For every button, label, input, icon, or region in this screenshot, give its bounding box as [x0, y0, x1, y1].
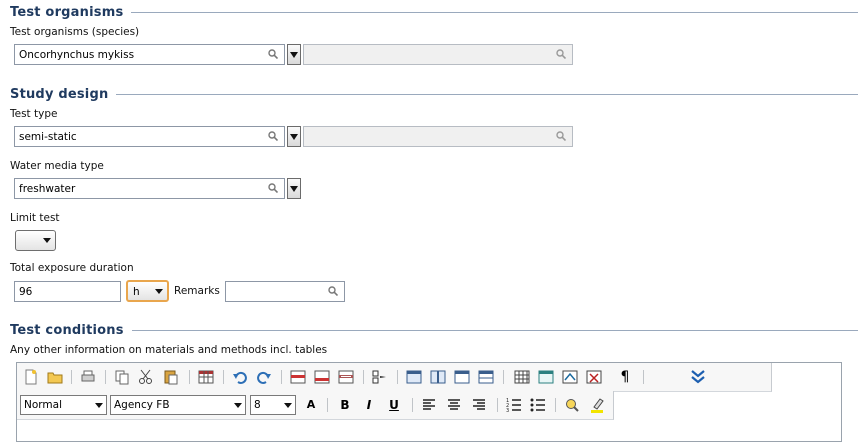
- print-icon[interactable]: [79, 368, 97, 386]
- test-type-secondary-field: [303, 126, 573, 147]
- organism-dropdown-button[interactable]: [287, 44, 301, 65]
- chevron-down-icon: [234, 403, 242, 408]
- table-style-3-icon[interactable]: [453, 368, 471, 386]
- bullet-list-icon[interactable]: [529, 396, 547, 414]
- cut-icon[interactable]: [137, 368, 155, 386]
- section-divider: [131, 330, 858, 331]
- editor-toolbar-main: ¶: [17, 363, 772, 392]
- chevron-down-icon: [284, 403, 292, 408]
- editor-label: Any other information on materials and m…: [10, 344, 328, 356]
- delete-table-icon[interactable]: [585, 368, 603, 386]
- chevron-down-icon: [43, 238, 51, 243]
- organism-combobox[interactable]: Oncorhynchus mykiss: [14, 44, 285, 65]
- open-folder-icon[interactable]: [46, 368, 64, 386]
- underline-button[interactable]: U: [386, 396, 402, 414]
- duration-label: Total exposure duration: [10, 262, 134, 274]
- find-replace-icon[interactable]: [563, 396, 581, 414]
- new-document-icon[interactable]: [22, 368, 40, 386]
- test-type-value: semi-static: [19, 131, 77, 143]
- table-style-2-icon[interactable]: [429, 368, 447, 386]
- grid-icon[interactable]: [513, 368, 531, 386]
- copy-icon[interactable]: [113, 368, 131, 386]
- organism-label: Test organisms (species): [10, 26, 140, 38]
- organism-value: Oncorhynchus mykiss: [19, 49, 135, 61]
- search-icon[interactable]: [268, 49, 278, 59]
- numbered-list-icon[interactable]: 123: [505, 396, 523, 414]
- water-media-label: Water media type: [10, 160, 104, 172]
- search-icon: [556, 49, 566, 59]
- bold-button[interactable]: B: [337, 396, 353, 414]
- chevron-down-icon: [155, 289, 163, 294]
- paragraph-style-select[interactable]: Normal: [20, 395, 107, 415]
- section-divider: [131, 12, 858, 13]
- paste-icon[interactable]: [162, 368, 180, 386]
- highlight-icon[interactable]: [588, 396, 606, 414]
- section-divider: [116, 94, 858, 95]
- test-type-dropdown-button[interactable]: [287, 126, 301, 147]
- section-title: Test conditions: [10, 323, 124, 338]
- test-type-label: Test type: [10, 108, 58, 120]
- font-family-select[interactable]: Agency FB: [110, 395, 246, 415]
- section-test-organisms: Test organisms: [10, 5, 858, 20]
- section-title: Study design: [10, 87, 109, 102]
- table-style-1-icon[interactable]: [405, 368, 423, 386]
- limit-test-label: Limit test: [10, 212, 60, 224]
- delete-row-icon[interactable]: [337, 368, 355, 386]
- redo-icon[interactable]: [255, 368, 273, 386]
- paragraph-style-value: Normal: [24, 399, 62, 411]
- font-grow-button[interactable]: A: [303, 396, 319, 414]
- duration-unit-select[interactable]: h: [126, 280, 169, 302]
- section-study-design: Study design: [10, 87, 858, 102]
- align-left-icon[interactable]: [420, 396, 438, 414]
- svg-text:3: 3: [506, 408, 509, 414]
- table-properties-icon[interactable]: [537, 368, 555, 386]
- search-icon[interactable]: [268, 183, 278, 193]
- align-center-icon[interactable]: [445, 396, 463, 414]
- italic-button[interactable]: I: [361, 396, 377, 414]
- test-type-combobox[interactable]: semi-static: [14, 126, 285, 147]
- font-size-select[interactable]: 8: [250, 395, 296, 415]
- water-media-value: freshwater: [19, 183, 76, 195]
- chevron-down-icon: [95, 403, 103, 408]
- search-icon[interactable]: [268, 131, 278, 141]
- align-right-icon[interactable]: [470, 396, 488, 414]
- remarks-input[interactable]: [225, 281, 345, 302]
- water-media-combobox[interactable]: freshwater: [14, 178, 285, 199]
- limit-test-select[interactable]: [15, 230, 56, 251]
- table-icon[interactable]: [197, 368, 215, 386]
- insert-row-icon[interactable]: [289, 368, 307, 386]
- search-icon: [556, 131, 566, 141]
- duration-value: 96: [19, 286, 33, 298]
- editor-toolbar-format: Normal Agency FB 8 A B I U 123: [17, 391, 614, 420]
- duration-unit-value: h: [133, 286, 140, 298]
- font-family-value: Agency FB: [114, 399, 170, 411]
- section-title: Test organisms: [10, 5, 124, 20]
- double-chevron-down-icon[interactable]: [689, 368, 707, 386]
- duration-input[interactable]: 96: [14, 281, 121, 302]
- remarks-label: Remarks: [174, 285, 220, 297]
- organism-secondary-field: [303, 44, 573, 65]
- undo-icon[interactable]: [231, 368, 249, 386]
- water-media-dropdown-button[interactable]: [287, 178, 301, 199]
- section-test-conditions: Test conditions: [10, 323, 858, 338]
- insert-row-below-icon[interactable]: [313, 368, 331, 386]
- font-size-value: 8: [254, 399, 261, 411]
- pilcrow-button[interactable]: ¶: [617, 368, 633, 386]
- search-icon[interactable]: [328, 286, 338, 296]
- rich-text-editor[interactable]: ¶ Normal Agency FB 8 A B I U 123: [16, 362, 842, 442]
- table-style-4-icon[interactable]: [477, 368, 495, 386]
- merge-cells-icon[interactable]: [371, 368, 389, 386]
- cell-properties-icon[interactable]: [561, 368, 579, 386]
